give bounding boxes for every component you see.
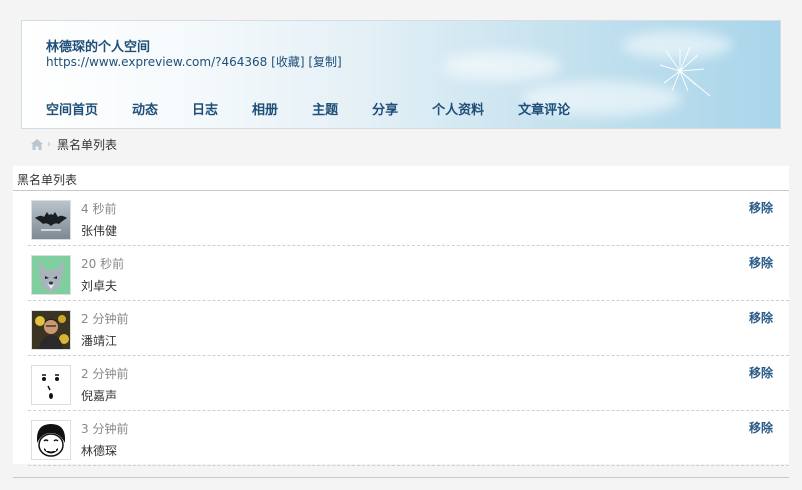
nav-item-home[interactable]: 空间首页 [46, 101, 108, 121]
remove-button[interactable]: 移除 [749, 364, 773, 381]
block-time: 20 秒前 [81, 257, 125, 271]
blocked-username[interactable]: 林德琛 [81, 442, 117, 459]
person-photo-icon [32, 311, 70, 349]
footer-divider [13, 477, 789, 478]
space-header: 林德琛的个人空间 https://www.expreview.com/?4643… [21, 20, 781, 129]
avatar[interactable] [31, 420, 71, 460]
remove-button[interactable]: 移除 [749, 199, 773, 216]
avatar[interactable] [31, 310, 71, 350]
avatar[interactable] [31, 255, 71, 295]
list-item: 3 分钟前 林德琛 移除 [28, 411, 789, 466]
nav-item-comments[interactable]: 文章评论 [518, 101, 580, 121]
list-item: 2 分钟前 倪嘉声 移除 [28, 356, 789, 411]
remove-button[interactable]: 移除 [749, 254, 773, 271]
home-icon[interactable] [31, 138, 43, 150]
avatar[interactable] [31, 200, 71, 240]
dandelion-decoration [659, 46, 711, 97]
wolf-cartoon-icon [32, 256, 70, 294]
nav-item-blog[interactable]: 日志 [192, 101, 228, 121]
nav-item-profile[interactable]: 个人资料 [432, 101, 494, 121]
copy-link[interactable]: [复制] [308, 55, 341, 69]
blacklist-list: 4 秒前 张伟健 移除 20 秒前 刘卓夫 移除 2 分钟前 潘靖江 移除 2 … [28, 191, 789, 466]
list-item: 4 秒前 张伟健 移除 [28, 191, 789, 246]
remove-button[interactable]: 移除 [749, 309, 773, 326]
breadcrumb-current[interactable]: 黑名单列表 [57, 136, 117, 153]
drawn-face-icon [32, 366, 70, 404]
block-time: 2 分钟前 [81, 367, 129, 381]
favorite-link[interactable]: [收藏] [271, 55, 304, 69]
avatar[interactable] [31, 365, 71, 405]
nav-item-album[interactable]: 相册 [252, 101, 288, 121]
list-item: 20 秒前 刘卓夫 移除 [28, 246, 789, 301]
blacklist-panel: 黑名单列表 4 秒前 张伟健 移除 20 秒前 刘卓夫 移除 2 分钟前 潘靖江… [13, 166, 789, 466]
blocked-username[interactable]: 张伟健 [81, 222, 117, 239]
batman-logo-icon [32, 201, 70, 239]
nav-item-share[interactable]: 分享 [372, 101, 408, 121]
breadcrumb-separator-icon: › [47, 138, 51, 150]
space-url-line: https://www.expreview.com/?464368 [收藏] [… [46, 53, 342, 70]
remove-button[interactable]: 移除 [749, 419, 773, 436]
block-time: 3 分钟前 [81, 422, 129, 436]
block-time: 4 秒前 [81, 202, 117, 216]
list-item: 2 分钟前 潘靖江 移除 [28, 301, 789, 356]
blocked-username[interactable]: 倪嘉声 [81, 387, 117, 404]
nav-item-threads[interactable]: 主题 [312, 101, 348, 121]
space-nav: 空间首页 动态 日志 相册 主题 分享 个人资料 文章评论 [22, 101, 580, 121]
nav-item-feed[interactable]: 动态 [132, 101, 168, 121]
blocked-username[interactable]: 刘卓夫 [81, 277, 117, 294]
breadcrumb: › 黑名单列表 [31, 136, 117, 152]
meme-face-icon [32, 421, 70, 459]
blocked-username[interactable]: 潘靖江 [81, 332, 117, 349]
panel-title: 黑名单列表 [17, 173, 78, 187]
space-url-link[interactable]: https://www.expreview.com/?464368 [46, 55, 267, 69]
block-time: 2 分钟前 [81, 312, 129, 326]
